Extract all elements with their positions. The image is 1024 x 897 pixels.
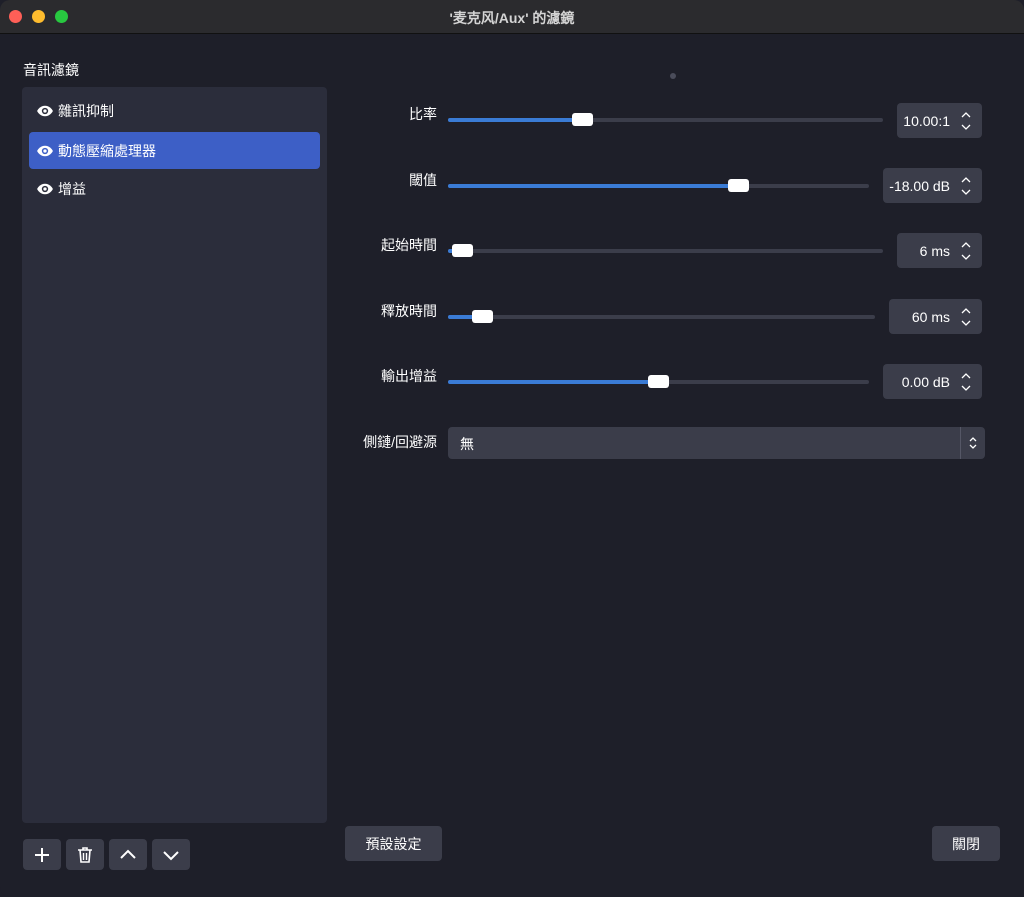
increment-button[interactable]: [959, 108, 973, 121]
select-arrows[interactable]: [960, 427, 985, 459]
title-bar: '麦克风/Aux' 的濾鏡: [0, 0, 1024, 34]
ratio-spinbox[interactable]: 10.00:1: [897, 103, 982, 138]
ratio-label: 比率: [409, 106, 437, 122]
chevron-down-icon: [163, 850, 179, 860]
slider-fill: [448, 118, 583, 122]
ratio-slider[interactable]: [448, 113, 883, 126]
filter-item-label: 雜訊抑制: [58, 102, 114, 119]
chevron-up-icon: [961, 111, 971, 117]
filter-item-label: 增益: [58, 180, 86, 197]
chevron-down-icon: [961, 320, 971, 326]
attack-slider[interactable]: [448, 244, 883, 257]
filter-list[interactable]: 雜訊抑制 動態壓縮處理器 增益: [22, 87, 327, 823]
release-slider[interactable]: [448, 310, 875, 323]
chevron-down-icon: [961, 385, 971, 391]
spin-arrows: [956, 233, 976, 268]
chevron-up-down-icon: [969, 437, 977, 449]
attack-label: 起始時間: [381, 237, 437, 253]
eye-icon[interactable]: [36, 180, 54, 198]
slider-fill: [448, 380, 659, 384]
output-gain-spinbox[interactable]: 0.00 dB: [883, 364, 982, 399]
eye-icon[interactable]: [36, 102, 54, 120]
window-title: '麦克风/Aux' 的濾鏡: [449, 10, 575, 26]
chevron-up-icon: [961, 372, 971, 378]
slider-handle[interactable]: [572, 113, 593, 126]
close-button[interactable]: 關閉: [932, 826, 1000, 861]
chevron-up-icon: [120, 849, 136, 859]
output-gain-label: 輸出增益: [381, 368, 437, 384]
move-filter-up-button[interactable]: [109, 839, 147, 870]
eye-icon[interactable]: [36, 142, 54, 160]
defaults-button[interactable]: 預設設定: [345, 826, 442, 861]
sidechain-value: 無: [460, 436, 474, 452]
spin-arrows: [956, 364, 976, 399]
spin-arrows: [956, 103, 976, 138]
slider-fill: [448, 184, 739, 188]
threshold-spinbox[interactable]: -18.00 dB: [883, 168, 982, 203]
output-gain-value[interactable]: 0.00 dB: [883, 374, 956, 390]
sidechain-label: 側鏈/回避源: [363, 434, 437, 450]
release-value[interactable]: 60 ms: [889, 309, 956, 325]
chevron-up-icon: [961, 241, 971, 247]
threshold-label: 閾值: [409, 172, 437, 188]
spin-arrows: [956, 168, 976, 203]
filters-window: '麦克风/Aux' 的濾鏡 音訊濾鏡 雜訊抑制 動態壓縮處理器 增益 比率 10…: [0, 0, 1024, 897]
chevron-down-icon: [961, 124, 971, 130]
increment-button[interactable]: [959, 238, 973, 251]
filter-item-label: 動態壓縮處理器: [58, 142, 156, 159]
decrement-button[interactable]: [959, 186, 973, 199]
attack-value[interactable]: 6 ms: [897, 243, 956, 259]
increment-button[interactable]: [959, 369, 973, 382]
ratio-value[interactable]: 10.00:1: [897, 113, 956, 129]
release-label: 釋放時間: [381, 303, 437, 319]
decrement-button[interactable]: [959, 121, 973, 134]
add-filter-button[interactable]: [23, 839, 61, 870]
trash-icon: [78, 846, 92, 863]
spin-arrows: [956, 299, 976, 334]
remove-filter-button[interactable]: [66, 839, 104, 870]
decrement-button[interactable]: [959, 317, 973, 330]
plus-icon: [35, 847, 49, 862]
slider-handle[interactable]: [472, 310, 493, 323]
output-gain-slider[interactable]: [448, 375, 869, 388]
chevron-up-icon: [961, 176, 971, 182]
threshold-slider[interactable]: [448, 179, 869, 192]
increment-button[interactable]: [959, 304, 973, 317]
decrement-button[interactable]: [959, 251, 973, 264]
increment-button[interactable]: [959, 173, 973, 186]
audio-filters-label: 音訊濾鏡: [23, 62, 79, 78]
filter-item-compressor[interactable]: 動態壓縮處理器: [29, 132, 320, 169]
release-spinbox[interactable]: 60 ms: [889, 299, 982, 334]
chevron-down-icon: [961, 189, 971, 195]
chevron-down-icon: [961, 254, 971, 260]
slider-handle[interactable]: [452, 244, 473, 257]
slider-handle[interactable]: [648, 375, 669, 388]
slider-handle[interactable]: [728, 179, 749, 192]
splitter-handle[interactable]: [670, 73, 676, 79]
sidechain-select[interactable]: 無: [448, 427, 985, 459]
chevron-up-icon: [961, 307, 971, 313]
decrement-button[interactable]: [959, 382, 973, 395]
attack-spinbox[interactable]: 6 ms: [897, 233, 982, 268]
threshold-value[interactable]: -18.00 dB: [883, 178, 956, 194]
move-filter-down-button[interactable]: [152, 839, 190, 870]
